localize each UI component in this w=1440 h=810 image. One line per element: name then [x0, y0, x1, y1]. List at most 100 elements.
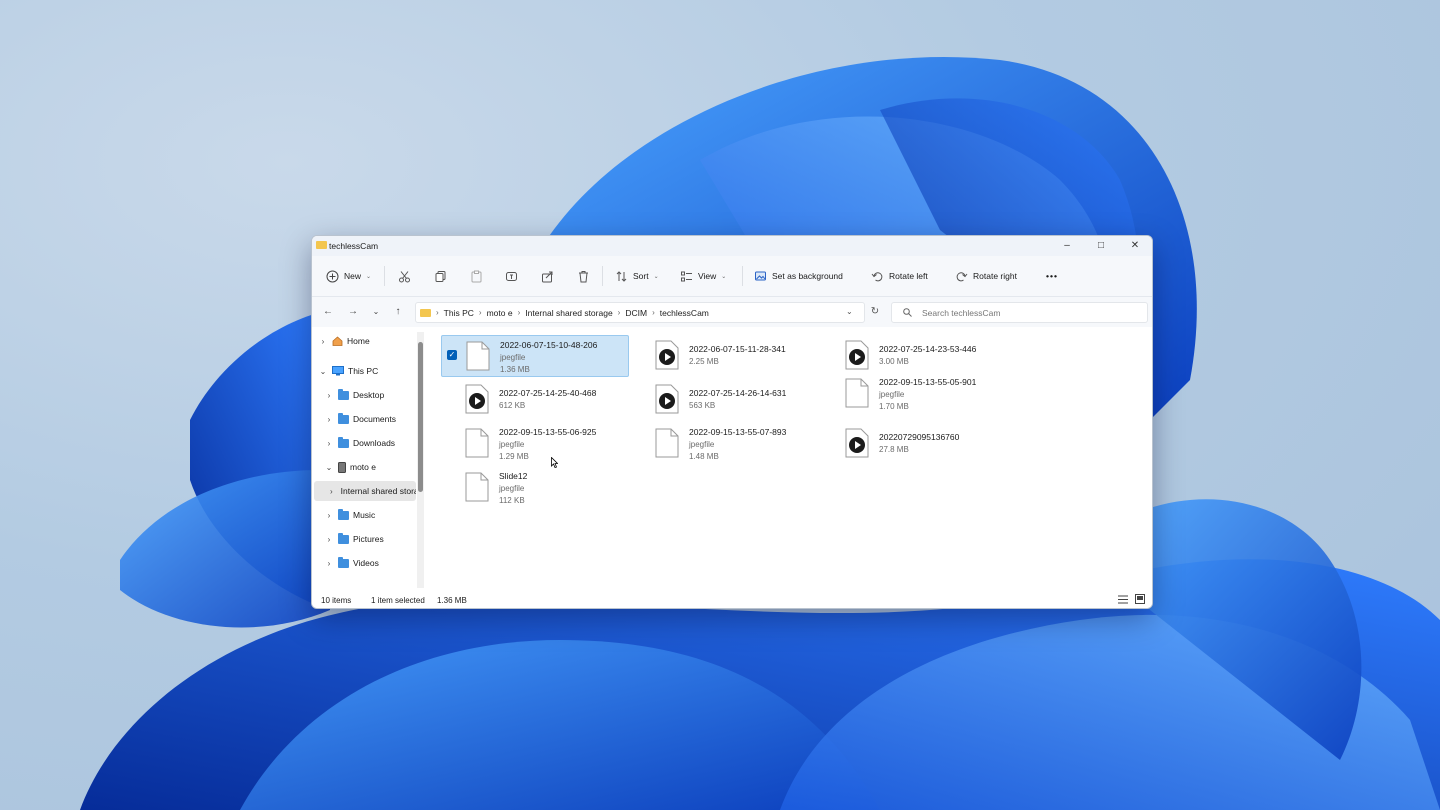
file-item[interactable]: 2022-06-07-15-11-28-341 2.25 MB	[631, 335, 817, 375]
minimize-button[interactable]: –	[1050, 236, 1084, 256]
navigation-pane: › Home ⌄ This PC › Desktop › Documents ›…	[312, 327, 430, 591]
breadcrumb-dcim[interactable]: DCIM	[625, 308, 647, 318]
file-name: 2022-06-07-15-11-28-341	[689, 344, 786, 354]
address-dropdown-icon[interactable]: ⌄	[846, 307, 853, 316]
wallpaper-icon	[755, 271, 766, 280]
file-item[interactable]: Slide12 jpegfile 112 KB	[441, 467, 627, 507]
rotate-left-button[interactable]: Rotate left	[871, 265, 928, 287]
rotate-right-icon	[956, 271, 968, 281]
copy-button[interactable]	[434, 265, 447, 287]
sidebar-item-documents[interactable]: › Documents	[324, 409, 396, 429]
file-item[interactable]: 2022-09-15-13-55-05-901 jpegfile 1.70 MB	[821, 373, 1007, 413]
file-type: jpegfile	[689, 440, 715, 449]
file-size: 1.29 MB	[499, 452, 529, 461]
set-as-background-button[interactable]: Set as background	[754, 265, 843, 287]
share-button[interactable]	[541, 265, 554, 287]
sidebar-item-this-pc[interactable]: ⌄ This PC	[318, 361, 378, 381]
rotate-right-button[interactable]: Rotate right	[955, 265, 1017, 287]
view-label: View	[698, 271, 717, 281]
sidebar-item-desktop[interactable]: › Desktop	[324, 385, 384, 405]
file-type: jpegfile	[499, 440, 525, 449]
folder-icon	[316, 241, 327, 249]
search-box[interactable]: Search techlessCam	[891, 302, 1148, 323]
new-button[interactable]: New ⌄	[326, 265, 371, 287]
back-arrow-icon[interactable]: ←	[320, 304, 336, 320]
sidebar-item-label: This PC	[348, 366, 379, 376]
file-item[interactable]: 2022-07-25-14-25-40-468 612 KB	[441, 379, 627, 419]
file-item[interactable]: 20220729095136760 27.8 MB	[821, 423, 1007, 463]
video-file-icon	[845, 428, 869, 458]
title-bar[interactable]: techlessCam – □ ✕	[312, 236, 1152, 256]
new-label: New	[344, 271, 362, 281]
sidebar-item-label: Desktop	[353, 390, 385, 400]
file-name: 2022-07-25-14-26-14-631	[689, 388, 787, 398]
file-type: jpegfile	[499, 484, 525, 493]
sidebar-item-label: Documents	[353, 414, 396, 424]
forward-arrow-icon[interactable]: →	[345, 304, 361, 320]
sidebar-item-internal-storage[interactable]: › Internal shared storage	[314, 481, 416, 501]
rename-button[interactable]	[505, 265, 518, 287]
sidebar-item-label: Internal shared storage	[340, 486, 416, 496]
file-item[interactable]: 2022-09-15-13-55-07-893 jpegfile 1.48 MB	[631, 423, 817, 463]
view-button[interactable]: View ⌄	[680, 265, 726, 287]
file-item[interactable]: 2022-07-25-14-26-14-631 563 KB	[631, 379, 817, 419]
command-bar: New ⌄ Sort ⌄ View ⌄ Set as background Ro…	[312, 256, 1152, 297]
folder-icon	[338, 556, 349, 568]
maximize-button[interactable]: □	[1084, 236, 1118, 256]
breadcrumb-moto-e[interactable]: moto e	[487, 308, 513, 318]
sidebar-item-moto-e[interactable]: ⌄ moto e	[324, 457, 376, 477]
up-arrow-icon[interactable]: ↑	[390, 304, 406, 320]
video-file-icon	[845, 340, 869, 370]
sidebar-item-home[interactable]: › Home	[318, 331, 370, 351]
checkbox-icon[interactable]: ✓	[447, 350, 457, 360]
image-file-icon	[465, 472, 489, 502]
paste-icon	[471, 270, 482, 282]
sidebar-item-pictures[interactable]: › Pictures	[324, 529, 384, 549]
file-item[interactable]: ✓ 2022-06-07-15-10-48-206 jpegfile 1.36 …	[441, 335, 629, 377]
address-bar[interactable]: › This PC › moto e › Internal shared sto…	[415, 302, 865, 323]
file-item[interactable]: 2022-07-25-14-23-53-446 3.00 MB	[821, 335, 1007, 375]
sidebar-item-downloads[interactable]: › Downloads	[324, 433, 395, 453]
delete-button[interactable]	[577, 265, 590, 287]
breadcrumb: › This PC › moto e › Internal shared sto…	[420, 303, 709, 322]
scrollbar-thumb[interactable]	[418, 342, 423, 492]
recent-locations-chevron-icon[interactable]: ⌄	[368, 304, 384, 320]
file-item[interactable]: 2022-09-15-13-55-06-925 jpegfile 1.29 MB	[441, 423, 627, 463]
refresh-icon[interactable]: ↻	[867, 304, 883, 320]
paste-button[interactable]	[470, 265, 483, 287]
file-type: jpegfile	[500, 353, 526, 362]
sort-icon	[616, 270, 627, 282]
file-name: 2022-06-07-15-10-48-206	[500, 340, 598, 350]
chevron-right-icon: ›	[327, 438, 331, 448]
file-size: 612 KB	[499, 401, 526, 410]
chevron-right-icon: ›	[436, 308, 439, 317]
details-view-icon[interactable]	[1118, 595, 1128, 604]
sidebar-item-label: Videos	[353, 558, 379, 568]
cut-button[interactable]	[398, 265, 411, 287]
separator	[602, 266, 603, 286]
file-explorer-window: techlessCam – □ ✕ New ⌄ Sort ⌄ View ⌄ Se…	[311, 235, 1153, 609]
file-name: Slide12	[499, 471, 528, 481]
breadcrumb-this-pc[interactable]: This PC	[444, 308, 474, 318]
breadcrumb-techlesscam[interactable]: techlessCam	[660, 308, 709, 318]
folder-icon	[338, 412, 349, 424]
sort-button[interactable]: Sort ⌄	[615, 265, 659, 287]
file-size: 3.00 MB	[879, 357, 909, 366]
file-name: 2022-07-25-14-25-40-468	[499, 388, 597, 398]
computer-icon	[332, 366, 344, 376]
selection-size: 1.36 MB	[437, 596, 467, 605]
breadcrumb-internal-storage[interactable]: Internal shared storage	[525, 308, 612, 318]
rotate-right-label: Rotate right	[973, 271, 1017, 281]
file-name: 2022-09-15-13-55-07-893	[689, 427, 787, 437]
file-size: 563 KB	[689, 401, 716, 410]
sidebar-item-music[interactable]: › Music	[324, 505, 375, 525]
close-button[interactable]: ✕	[1118, 236, 1152, 256]
sidebar-scrollbar[interactable]	[417, 332, 424, 588]
sidebar-item-videos[interactable]: › Videos	[324, 553, 379, 573]
file-list: ✓ 2022-06-07-15-10-48-206 jpegfile 1.36 …	[430, 327, 1152, 591]
tiles-view-icon[interactable]	[1135, 594, 1145, 604]
file-size: 112 KB	[499, 496, 525, 505]
more-options-button[interactable]: •••	[1046, 265, 1058, 287]
home-icon	[332, 336, 343, 346]
sort-label: Sort	[633, 271, 649, 281]
